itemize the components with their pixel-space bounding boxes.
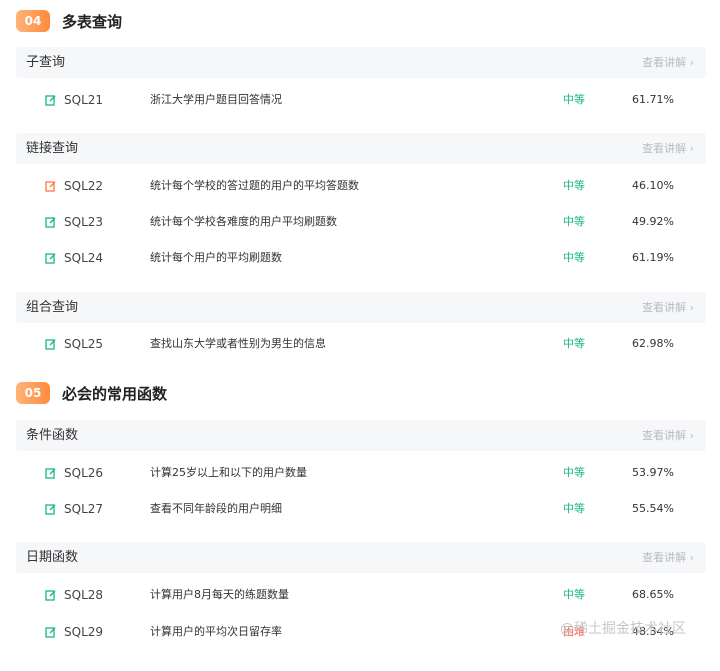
section-title: 必会的常用函数 (62, 384, 168, 403)
problem-id: SQL23 (64, 215, 104, 229)
group-title: 链接查询 (26, 141, 79, 156)
section-header-05: 05 必会的常用函数 (16, 380, 167, 406)
pass-rate: 61.19% (632, 251, 674, 264)
section-title: 多表查询 (62, 12, 123, 31)
pass-rate: 49.92% (632, 215, 674, 228)
view-explanation-link[interactable]: 查看讲解 › (642, 542, 694, 573)
difficulty-label: 中等 (563, 502, 585, 515)
difficulty-label: 中等 (563, 466, 585, 479)
section-header-04: 04 多表查询 (16, 8, 122, 34)
difficulty-label: 中等 (563, 251, 585, 264)
problem-row-sql22[interactable]: SQL22 统计每个学校的答过题的用户的平均答题数 中等 46.10% (0, 173, 720, 199)
view-explanation-link[interactable]: 查看讲解 › (642, 47, 694, 78)
problem-row-sql21[interactable]: SQL21 浙江大学用户题目回答情况 中等 61.71% (0, 87, 720, 113)
difficulty-label: 中等 (563, 337, 585, 350)
difficulty-label: 中等 (563, 179, 585, 192)
problem-id: SQL21 (64, 93, 104, 107)
group-title: 组合查询 (26, 300, 79, 315)
problem-title[interactable]: 统计每个学校各难度的用户平均刷题数 (150, 209, 337, 235)
problem-row-sql25[interactable]: SQL25 查找山东大学或者性别为男生的信息 中等 62.98% (0, 331, 720, 357)
chevron-right-icon: › (689, 429, 694, 442)
edit-icon (45, 468, 56, 479)
problem-title[interactable]: 计算用户的平均次日留存率 (150, 619, 282, 645)
problem-title[interactable]: 计算用户8月每天的练题数量 (150, 582, 289, 608)
group-header-date-functions: 日期函数 查看讲解 › (16, 542, 706, 573)
group-header-join-query: 链接查询 查看讲解 › (16, 133, 706, 164)
group-title: 子查询 (26, 55, 66, 70)
group-header-subquery: 子查询 查看讲解 › (16, 47, 706, 78)
edit-icon (45, 627, 56, 638)
pass-rate: 53.97% (632, 466, 674, 479)
section-number-badge: 05 (16, 382, 50, 404)
problem-id: SQL27 (64, 502, 104, 516)
problem-row-sql28[interactable]: SQL28 计算用户8月每天的练题数量 中等 68.65% (0, 582, 720, 608)
problem-id: SQL25 (64, 337, 104, 351)
difficulty-label: 中等 (563, 588, 585, 601)
watermark-text: @稀土掘金技术社区 (560, 621, 686, 637)
chevron-right-icon: › (689, 551, 694, 564)
problem-id: SQL22 (64, 179, 104, 193)
view-explanation-link[interactable]: 查看讲解 › (642, 292, 694, 323)
pass-rate: 68.65% (632, 588, 674, 601)
problem-id: SQL29 (64, 625, 104, 639)
problem-title[interactable]: 计算25岁以上和以下的用户数量 (150, 460, 307, 486)
problem-id: SQL26 (64, 466, 104, 480)
group-header-conditional-functions: 条件函数 查看讲解 › (16, 420, 706, 451)
chevron-right-icon: › (689, 301, 694, 314)
edit-icon (45, 590, 56, 601)
view-explanation-link[interactable]: 查看讲解 › (642, 420, 694, 451)
edit-icon (45, 339, 56, 350)
difficulty-label: 中等 (563, 215, 585, 228)
problem-row-sql23[interactable]: SQL23 统计每个学校各难度的用户平均刷题数 中等 49.92% (0, 209, 720, 235)
view-explanation-link[interactable]: 查看讲解 › (642, 133, 694, 164)
section-number-badge: 04 (16, 10, 50, 32)
problem-title[interactable]: 统计每个用户的平均刷题数 (150, 245, 282, 271)
edit-icon (45, 504, 56, 515)
edit-icon (45, 181, 56, 192)
problem-row-sql24[interactable]: SQL24 统计每个用户的平均刷题数 中等 61.19% (0, 245, 720, 271)
chevron-right-icon: › (689, 56, 694, 69)
group-header-union-query: 组合查询 查看讲解 › (16, 292, 706, 323)
problem-title[interactable]: 浙江大学用户题目回答情况 (150, 87, 282, 113)
group-title: 条件函数 (26, 428, 79, 443)
problem-id: SQL28 (64, 588, 104, 602)
chevron-right-icon: › (689, 142, 694, 155)
pass-rate: 55.54% (632, 502, 674, 515)
group-title: 日期函数 (26, 550, 79, 565)
problem-id: SQL24 (64, 251, 104, 265)
difficulty-label: 中等 (563, 93, 585, 106)
edit-icon (45, 253, 56, 264)
pass-rate: 46.10% (632, 179, 674, 192)
problem-title[interactable]: 查找山东大学或者性别为男生的信息 (150, 331, 326, 357)
problem-title[interactable]: 查看不同年龄段的用户明细 (150, 496, 282, 522)
problem-row-sql26[interactable]: SQL26 计算25岁以上和以下的用户数量 中等 53.97% (0, 460, 720, 486)
pass-rate: 61.71% (632, 93, 674, 106)
edit-icon (45, 217, 56, 228)
problem-row-sql27[interactable]: SQL27 查看不同年龄段的用户明细 中等 55.54% (0, 496, 720, 522)
pass-rate: 62.98% (632, 337, 674, 350)
problem-title[interactable]: 统计每个学校的答过题的用户的平均答题数 (150, 173, 359, 199)
edit-icon (45, 95, 56, 106)
